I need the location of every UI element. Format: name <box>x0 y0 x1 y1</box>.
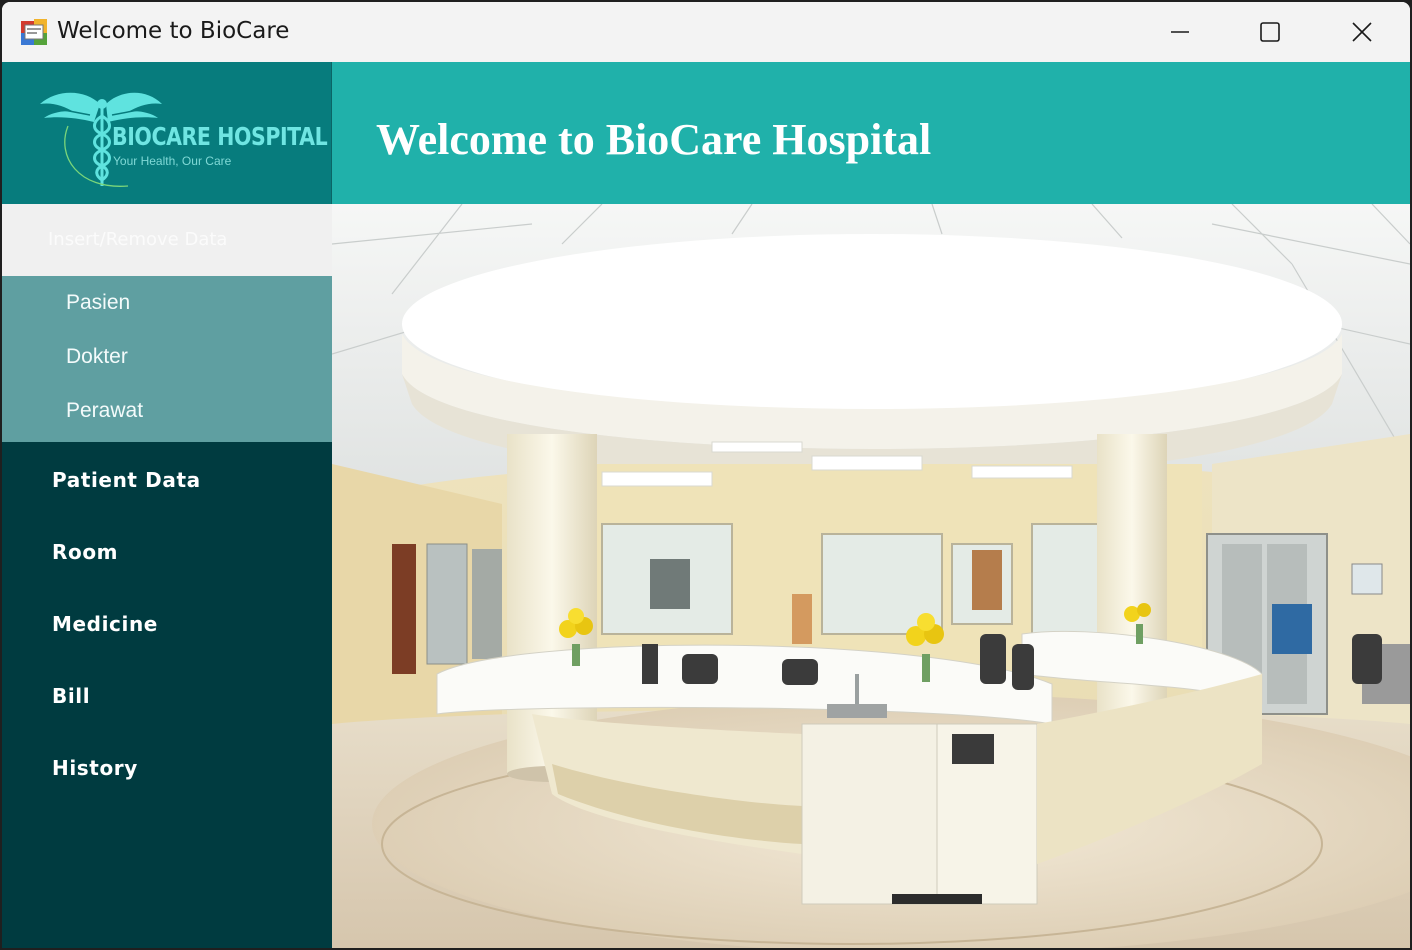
maximize-icon <box>1260 22 1280 42</box>
window-title: Welcome to BioCare <box>57 18 290 44</box>
header-banner: Welcome to BioCare Hospital <box>332 62 1410 204</box>
page-title: Welcome to BioCare Hospital <box>376 115 932 164</box>
app-icon <box>21 19 47 45</box>
submenu-item-dokter[interactable]: Dokter <box>2 330 332 384</box>
app-window: Welcome to BioCare BIOCARE HOSPITAL Your… <box>2 2 1410 948</box>
nav-item-bill[interactable]: Bill <box>2 660 332 732</box>
close-icon <box>1352 22 1372 42</box>
logo-tagline: Your Health, Our Care <box>113 154 232 168</box>
close-button[interactable] <box>1316 2 1408 62</box>
logo-title: BIOCARE HOSPITAL <box>112 122 328 151</box>
logo-panel: BIOCARE HOSPITAL Your Health, Our Care <box>2 62 332 204</box>
title-bar: Welcome to BioCare <box>2 2 1410 62</box>
maximize-button[interactable] <box>1224 2 1316 62</box>
insert-submenu: Pasien Dokter Perawat <box>2 276 332 442</box>
nav-item-patient-data[interactable]: Patient Data <box>2 444 332 516</box>
nav-item-history[interactable]: History <box>2 732 332 804</box>
submenu-item-pasien[interactable]: Pasien <box>2 276 332 330</box>
minimize-button[interactable] <box>1134 2 1226 62</box>
nav-item-medicine[interactable]: Medicine <box>2 588 332 660</box>
minimize-icon <box>1171 31 1189 33</box>
hospital-lobby-image <box>332 204 1410 948</box>
nav-item-room[interactable]: Room <box>2 516 332 588</box>
sidebar: BIOCARE HOSPITAL Your Health, Our Care I… <box>2 62 332 948</box>
submenu-item-perawat[interactable]: Perawat <box>2 384 332 438</box>
insert-remove-data-button[interactable]: Insert/Remove Data <box>2 204 332 276</box>
